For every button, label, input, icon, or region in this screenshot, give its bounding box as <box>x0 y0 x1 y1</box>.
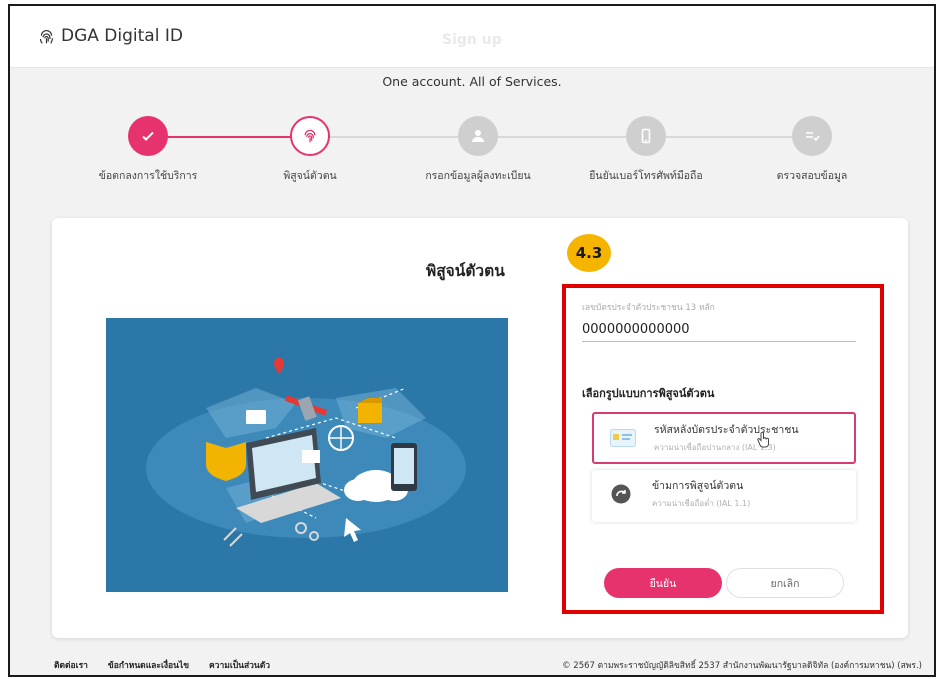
fingerprint-logo-icon <box>39 29 54 44</box>
phone-icon <box>641 128 651 144</box>
method-section-title: เลือกรูปแบบการพิสูจน์ตัวตน <box>582 387 715 400</box>
step-terms-circle <box>128 116 168 156</box>
step-review: ตรวจสอบข้อมูล <box>737 116 887 184</box>
step-identity-label: พิสูจน์ตัวตน <box>283 170 337 182</box>
step-register-info: กรอกข้อมูลผู้ลงทะเบียน <box>403 116 553 184</box>
list-check-icon <box>806 132 820 142</box>
top-bar: DGA Digital ID Sign up <box>10 6 934 68</box>
skip-icon <box>608 483 634 505</box>
footer-link-contact[interactable]: ติดต่อเรา <box>54 658 88 672</box>
confirm-button[interactable]: ยืนยัน <box>604 568 722 598</box>
brand-logo[interactable]: DGA Digital ID <box>38 26 183 46</box>
option-id-card-back-label: รหัสหลังบัตรประจำตัวประชาชน <box>654 424 799 436</box>
option-id-card-back[interactable]: รหัสหลังบัตรประจำตัวประชาชน ความน่าเชื่อ… <box>592 412 856 464</box>
digital-id-illustration <box>106 318 508 592</box>
step-terms: ข้อตกลงการใช้บริการ <box>73 116 223 184</box>
step-identity-circle <box>290 116 330 156</box>
header-ghost-title: Sign up <box>442 32 502 48</box>
step-review-label: ตรวจสอบข้อมูล <box>776 170 848 182</box>
card-title: พิสูจน์ตัวตน <box>426 262 505 280</box>
citizen-id-label: เลขบัตรประจำตัวประชาชน 13 หลัก <box>582 303 715 313</box>
step-badge: 4.3 <box>567 234 611 272</box>
hand-cursor-icon <box>757 432 769 448</box>
network-illustration-icon <box>146 357 466 547</box>
footer-links: ติดต่อเรา ข้อกำหนดและเงื่อนไข ความเป็นส่… <box>54 658 270 672</box>
step-review-circle <box>792 116 832 156</box>
step-register-info-label: กรอกข้อมูลผู้ลงทะเบียน <box>425 170 531 182</box>
cancel-button[interactable]: ยกเลิก <box>726 568 844 598</box>
stepper-line-pending <box>330 136 806 138</box>
citizen-id-input[interactable] <box>582 318 856 342</box>
footer-link-privacy[interactable]: ความเป็นส่วนตัว <box>209 658 270 672</box>
step-identity: พิสูจน์ตัวตน <box>235 116 385 184</box>
id-card-icon <box>610 427 636 449</box>
tagline: One account. All of Services. <box>382 74 562 89</box>
step-register-info-circle <box>458 116 498 156</box>
fingerprint-icon <box>304 129 316 143</box>
step-phone-label: ยืนยันเบอร์โทรศัพท์มือถือ <box>589 170 703 182</box>
step-terms-label: ข้อตกลงการใช้บริการ <box>98 170 198 182</box>
brand-name: DGA Digital ID <box>61 26 183 46</box>
option-skip-verification-label: ข้ามการพิสูจน์ตัวตน <box>652 480 744 492</box>
identity-card: พิสูจน์ตัวตน 4.3 เลขบัตรประจำตัวประชาชน … <box>52 218 908 638</box>
check-icon <box>142 131 154 141</box>
option-skip-verification-sub: ความน่าเชื่อถือต่ำ (IAL 1.1) <box>652 499 751 508</box>
step-phone: ยืนยันเบอร์โทรศัพท์มือถือ <box>571 116 721 184</box>
footer-link-terms[interactable]: ข้อกำหนดและเงื่อนไข <box>108 658 189 672</box>
browser-frame: DGA Digital ID Sign up One account. All … <box>8 4 936 677</box>
user-icon <box>472 130 484 142</box>
step-phone-circle <box>626 116 666 156</box>
registration-stepper: ข้อตกลงการใช้บริการ พิสูจน์ตัวตน กรอกข้อ… <box>10 116 934 196</box>
copyright-text: © 2567 ตามพระราชบัญญัติลิขสิทธิ์ 2537 สำ… <box>562 661 922 671</box>
footer: ติดต่อเรา ข้อกำหนดและเงื่อนไข ความเป็นส่… <box>10 646 934 675</box>
option-skip-verification[interactable]: ข้ามการพิสูจน์ตัวตน ความน่าเชื่อถือต่ำ (… <box>592 470 856 522</box>
